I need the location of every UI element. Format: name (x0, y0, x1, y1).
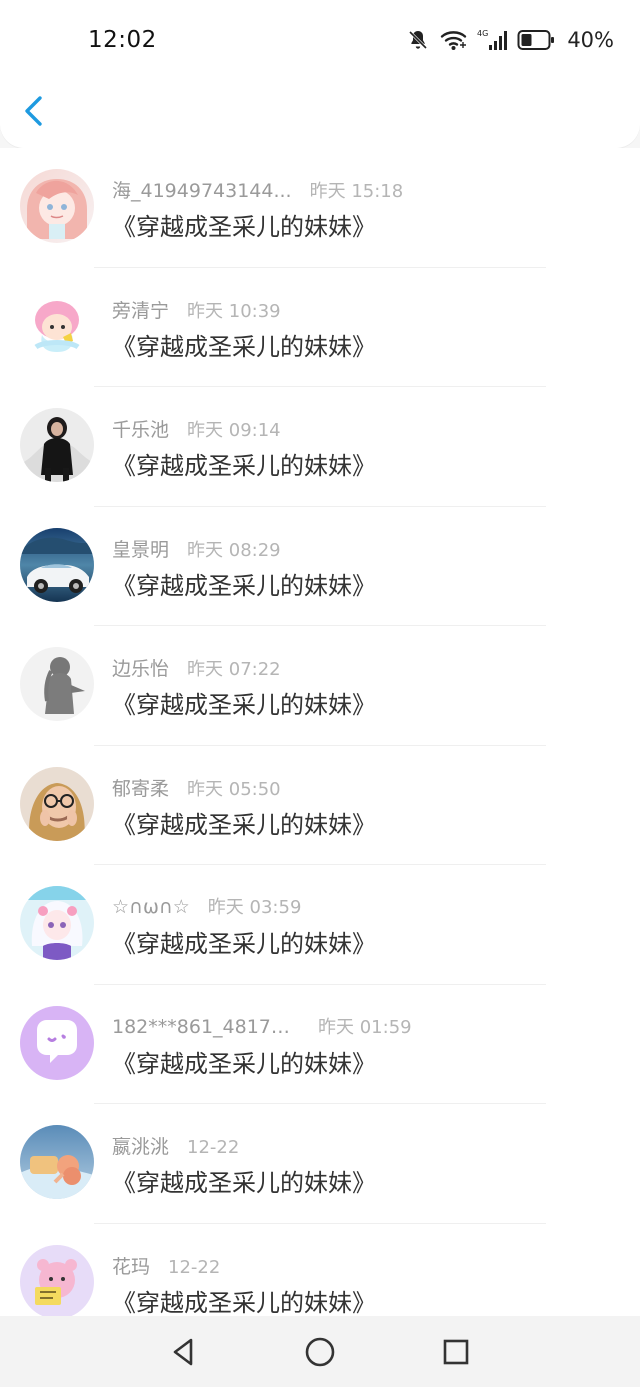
svg-text:4G: 4G (477, 29, 488, 38)
back-button[interactable] (20, 94, 48, 128)
battery-percentage: 40% (567, 28, 614, 52)
message-time: 昨天 09:14 (187, 420, 281, 441)
list-item[interactable]: 边乐怡 昨天 07:22 《穿越成圣采儿的妹妹》 (0, 626, 640, 746)
message-text: 《穿越成圣采儿的妹妹》 (112, 1049, 376, 1078)
message-list: 海_41949743144... 昨天 15:18 《穿越成圣采儿的妹妹》 旁清… (0, 148, 640, 1316)
list-item[interactable]: 嬴洮洮 12-22 《穿越成圣采儿的妹妹》 (0, 1104, 640, 1224)
signal-icon: 4G (477, 28, 508, 52)
nav-back-button[interactable] (168, 1336, 200, 1368)
message-text: 《穿越成圣采儿的妹妹》 (112, 930, 376, 958)
message-text: 《穿越成圣采儿的妹妹》 (112, 691, 376, 719)
triangle-back-icon (173, 1338, 193, 1366)
sender-name: 千乐池 (112, 419, 170, 441)
circle-home-icon (305, 1337, 335, 1367)
list-item[interactable]: 182***861_48177... 昨天 01:59 《穿越成圣采儿的妹妹》 (0, 985, 640, 1105)
anime-girl-pink-avatar[interactable] (20, 169, 94, 243)
white-car-avatar[interactable] (20, 527, 94, 602)
message-time: 昨天 15:18 (309, 181, 404, 202)
list-item[interactable]: 千乐池 昨天 09:14 《穿越成圣采儿的妹妹》 (0, 387, 640, 507)
silhouette-girl-avatar[interactable] (20, 647, 94, 721)
list-item[interactable]: 花玛 12-22 《穿越成圣采儿的妹妹》 (0, 1224, 640, 1317)
sender-name: 郁寄柔 (112, 777, 170, 800)
nav-home-button[interactable] (304, 1336, 336, 1368)
system-navigation-bar (0, 1316, 640, 1387)
sender-name: 海_41949743144... (112, 180, 292, 202)
top-bar: 12:02 4G 40% (0, 0, 640, 148)
sender-name: ☆∩ω∩☆ (112, 896, 190, 918)
mute-icon (406, 28, 430, 52)
sender-name: 182***861_48177... (112, 1015, 300, 1038)
message-text: 《穿越成圣采儿的妹妹》 (112, 332, 376, 361)
sender-name: 边乐怡 (112, 658, 170, 680)
message-time: 昨天 01:59 (318, 1016, 412, 1038)
message-time: 12-22 (187, 1137, 240, 1158)
status-time: 12:02 (88, 27, 157, 53)
message-text: 《穿越成圣采儿的妹妹》 (112, 810, 376, 839)
message-text: 《穿越成圣采儿的妹妹》 (112, 571, 376, 600)
purple-chat-bubble-avatar[interactable] (20, 1005, 94, 1080)
message-text: 《穿越成圣采儿的妹妹》 (112, 1169, 376, 1197)
message-time: 昨天 05:50 (187, 778, 281, 800)
list-item[interactable]: 海_41949743144... 昨天 15:18 《穿越成圣采儿的妹妹》 (0, 148, 640, 268)
sender-name: 花玛 (112, 1255, 151, 1278)
message-time: 12-22 (168, 1256, 221, 1278)
pink-bear-avatar[interactable] (20, 1244, 94, 1316)
girl-photo-avatar[interactable] (20, 408, 94, 482)
list-item[interactable]: 旁清宁 昨天 10:39 《穿越成圣采儿的妹妹》 (0, 268, 640, 388)
message-text: 《穿越成圣采儿的妹妹》 (112, 1288, 376, 1317)
chevron-left-icon (25, 96, 42, 126)
battery-icon (517, 29, 555, 51)
message-time: 昨天 10:39 (187, 300, 281, 322)
square-recent-icon (443, 1339, 469, 1365)
list-item[interactable]: 郁寄柔 昨天 05:50 《穿越成圣采儿的妹妹》 (0, 746, 640, 866)
wifi-icon (440, 28, 467, 52)
list-item[interactable]: 皇景明 昨天 08:29 《穿越成圣采儿的妹妹》 (0, 507, 640, 627)
cartoon-character-avatar[interactable] (20, 288, 94, 363)
anime-white-hair-avatar[interactable] (20, 886, 94, 960)
message-time: 昨天 03:59 (207, 897, 302, 918)
list-item[interactable]: ☆∩ω∩☆ 昨天 03:59 《穿越成圣采儿的妹妹》 (0, 865, 640, 985)
message-text: 《穿越成圣采儿的妹妹》 (112, 452, 376, 480)
sender-name: 皇景明 (112, 538, 170, 561)
message-time: 昨天 07:22 (187, 659, 281, 680)
status-icons: 4G 40% (406, 25, 614, 55)
nav-recent-button[interactable] (440, 1336, 472, 1368)
sender-name: 嬴洮洮 (112, 1136, 170, 1158)
sky-cartoon-avatar[interactable] (20, 1125, 94, 1199)
message-time: 昨天 08:29 (187, 539, 281, 561)
message-text: 《穿越成圣采儿的妹妹》 (112, 213, 376, 241)
glasses-girl-avatar[interactable] (20, 766, 94, 841)
sender-name: 旁清宁 (112, 299, 170, 322)
